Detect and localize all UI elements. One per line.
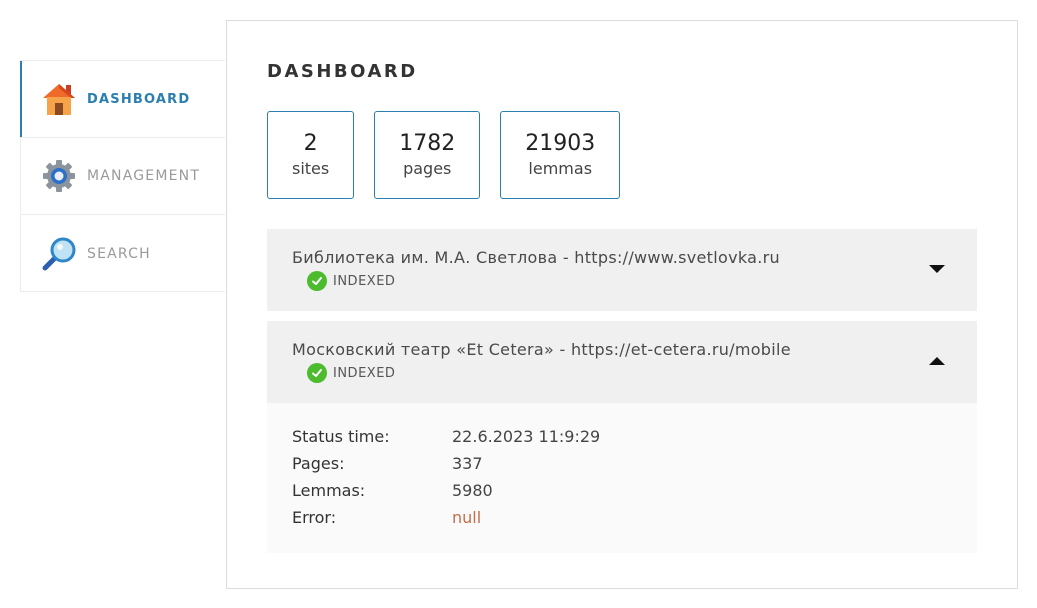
site-item-header[interactable]: Библиотека им. М.А. Светлова - https://w… — [267, 229, 977, 311]
site-name: Библиотека им. М.А. Светлова - https://w… — [292, 248, 780, 267]
site-item-header[interactable]: Московский театр «Et Cetera» - https://e… — [267, 321, 977, 403]
sidebar-item-search[interactable]: SEARCH — [21, 215, 225, 292]
stat-label: sites — [292, 159, 330, 178]
detail-key: Status time: — [292, 427, 390, 446]
check-circle-icon — [307, 363, 327, 383]
detail-value: 22.6.2023 11:9:29 — [452, 427, 601, 446]
check-circle-icon — [307, 271, 327, 291]
status-text: INDEXED — [333, 365, 396, 381]
site-name: Московский театр «Et Cetera» - https://e… — [292, 340, 791, 359]
chevron-down-icon[interactable] — [929, 265, 945, 273]
stat-value: 21903 — [525, 131, 596, 156]
status-badge: INDEXED — [307, 271, 395, 291]
sidebar-nav: DASHBOARD MANAGEMENT SEARCH — [20, 60, 225, 292]
sites-list: Библиотека им. М.А. Светлова - https://w… — [267, 229, 977, 553]
stat-label: lemmas — [528, 159, 593, 178]
detail-row-error: Error: null — [292, 504, 952, 531]
sidebar-item-label: SEARCH — [87, 245, 151, 262]
detail-key: Error: — [292, 508, 337, 527]
status-text: INDEXED — [333, 273, 396, 289]
error-value: null — [452, 508, 482, 527]
stat-card-pages: 1782 pages — [374, 111, 481, 199]
detail-row-status-time: Status time: 22.6.2023 11:9:29 — [292, 423, 952, 450]
sidebar-item-management[interactable]: MANAGEMENT — [21, 138, 225, 215]
stats-row: 2 sites 1782 pages 21903 lemmas — [267, 111, 621, 199]
detail-value: 5980 — [452, 481, 493, 500]
sidebar-item-label: MANAGEMENT — [87, 168, 201, 184]
sidebar-item-dashboard[interactable]: DASHBOARD — [20, 61, 225, 138]
detail-value: 337 — [452, 454, 483, 473]
home-icon — [41, 81, 77, 117]
detail-key: Pages: — [292, 454, 345, 473]
site-details: Status time: 22.6.2023 11:9:29 Pages: 33… — [267, 403, 977, 553]
gear-icon — [41, 158, 77, 194]
status-badge: INDEXED — [307, 363, 395, 383]
detail-key: Lemmas: — [292, 481, 366, 500]
stat-label: pages — [403, 159, 452, 178]
page-title: DASHBOARD — [267, 61, 418, 82]
stat-value: 1782 — [399, 131, 456, 156]
detail-row-pages: Pages: 337 — [292, 450, 952, 477]
magnifier-icon — [41, 236, 77, 272]
dashboard-panel: DASHBOARD 2 sites 1782 pages 21903 lemma… — [226, 20, 1018, 589]
stat-card-lemmas: 21903 lemmas — [500, 111, 621, 199]
stat-card-sites: 2 sites — [267, 111, 355, 199]
detail-row-lemmas: Lemmas: 5980 — [292, 477, 952, 504]
stat-value: 2 — [303, 131, 318, 156]
chevron-up-icon[interactable] — [929, 357, 945, 365]
sidebar-item-label: DASHBOARD — [87, 91, 191, 107]
